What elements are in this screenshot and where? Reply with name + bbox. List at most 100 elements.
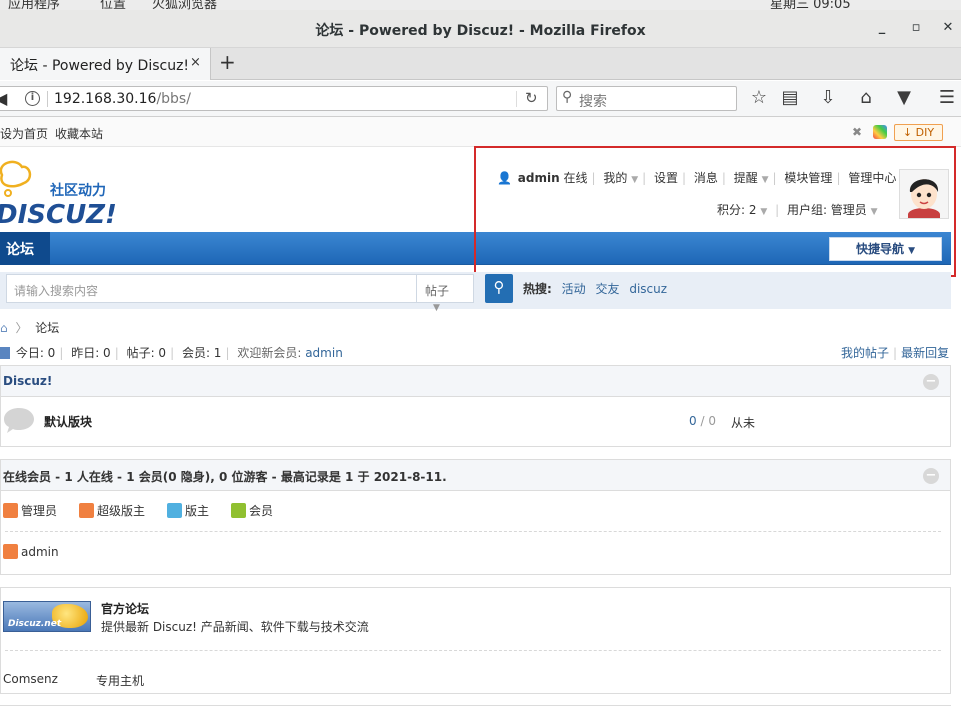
legend-super-mod: 超级版主 xyxy=(79,502,145,519)
forum-name[interactable]: 默认版块 xyxy=(44,413,92,430)
stats-members: 会员: 1 xyxy=(181,346,222,360)
site-info-icon[interactable]: i xyxy=(25,91,40,106)
my-posts-link[interactable]: 我的帖子 xyxy=(841,346,889,360)
new-tab-button[interactable]: + xyxy=(219,50,236,74)
reading-list-icon[interactable]: ▤ xyxy=(779,87,801,108)
tab-close-icon[interactable]: × xyxy=(190,55,201,70)
page-content: 设为首页 收藏本站 ✖ ↓ DIY 社区动力 DISCUZ! 👤 admin 在… xyxy=(0,117,961,712)
minimize-button[interactable]: _ xyxy=(873,20,891,35)
breadcrumb: ⌂ 〉 论坛 xyxy=(0,321,60,335)
text-link-comsenz[interactable]: Comsenz xyxy=(3,672,58,686)
desktop-clock: 星期三 09:05 xyxy=(770,0,851,10)
hot-search-link[interactable]: 交友 xyxy=(595,282,619,296)
breadcrumb-current[interactable]: 论坛 xyxy=(35,321,59,335)
back-arrow-icon[interactable]: ◀ xyxy=(0,89,7,108)
url-separator-right xyxy=(516,91,517,107)
admin-role-icon xyxy=(3,503,18,518)
forum-last-post: 从未 xyxy=(731,416,756,430)
forum-search-input[interactable]: 请输入搜索内容 xyxy=(6,274,417,303)
maximize-button[interactable]: ▫ xyxy=(907,20,925,35)
official-forum-desc: 提供最新 Discuz! 产品新闻、软件下载与技术交流 xyxy=(101,620,369,634)
diy-button[interactable]: ↓ DIY xyxy=(894,124,943,141)
admin-role-icon xyxy=(3,544,18,559)
url-bar[interactable]: ◀ i 192.168.30.16/bbs/ ↻ xyxy=(0,86,548,111)
desktop-places-menu[interactable]: 位置 xyxy=(100,0,126,10)
category-header: Discuz! − xyxy=(1,366,950,397)
divider xyxy=(5,531,941,532)
browser-search-placeholder: 搜索 xyxy=(579,94,607,110)
official-forum-link[interactable]: 官方论坛 xyxy=(101,600,149,617)
online-header: 在线会员 - 1 人在线 - 1 会员(0 隐身), 0 位游客 - 最高记录是… xyxy=(1,460,950,491)
friend-links-box: Discuz.net 官方论坛 提供最新 Discuz! 产品新闻、软件下载与技… xyxy=(0,587,951,694)
top-links-bar: 设为首页 收藏本站 ✖ ↓ DIY xyxy=(0,117,961,147)
online-box: 在线会员 - 1 人在线 - 1 会员(0 隐身), 0 位游客 - 最高记录是… xyxy=(0,459,951,575)
collapse-icon[interactable]: − xyxy=(923,468,939,484)
home-icon[interactable]: ⌂ xyxy=(855,87,877,108)
url-separator xyxy=(47,91,48,107)
stats-today: 今日: 0 xyxy=(15,346,56,360)
desktop-firefox-label[interactable]: 火狐浏览器 xyxy=(152,0,217,10)
forum-counts: 0 / 0 xyxy=(689,414,716,428)
hot-search-label: 热搜: xyxy=(523,282,552,296)
text-link-hosting[interactable]: 专用主机 xyxy=(96,672,144,689)
online-title[interactable]: 在线会员 - 1 人在线 - 1 会员(0 隐身), 0 位游客 - 最高记录是… xyxy=(3,468,447,485)
super-mod-role-icon xyxy=(79,503,94,518)
mod-role-icon xyxy=(167,503,182,518)
search-type-select[interactable]: 帖子 ▼ xyxy=(416,274,474,313)
search-icon: ⚲ xyxy=(493,278,505,296)
category-title[interactable]: Discuz! xyxy=(3,374,52,388)
search-icon: ⚲ xyxy=(562,89,573,105)
desktop-applications-menu[interactable]: 应用程序 xyxy=(8,0,60,10)
tab-strip: 论坛 - Powered by Discuz! × + xyxy=(0,48,961,80)
search-button[interactable]: ⚲ xyxy=(485,274,513,303)
forum-search-bar: 请输入搜索内容 帖子 ▼ ⚲ 热搜: 活动 交友 discuz xyxy=(0,272,951,313)
hot-search-link[interactable]: discuz xyxy=(629,282,667,296)
navigation-toolbar: ◀ i 192.168.30.16/bbs/ ↻ ⚲ 搜索 ☆ ▤ ⇩ ⌂ ▼ … xyxy=(0,81,961,117)
browser-search-box[interactable]: ⚲ 搜索 xyxy=(556,86,737,111)
forum-bubble-icon xyxy=(3,406,35,434)
hot-search: 热搜: 活动 交友 discuz xyxy=(523,280,667,297)
pocket-icon[interactable]: ▼ xyxy=(893,87,915,108)
legend-mod: 版主 xyxy=(167,502,209,519)
forum-search-placeholder: 请输入搜索内容 xyxy=(14,284,99,298)
window-title-bar: 论坛 - Powered by Discuz! - Mozilla Firefo… xyxy=(0,10,961,48)
close-window-button[interactable]: ✕ xyxy=(939,20,957,35)
new-replies-link[interactable]: 最新回复 xyxy=(901,346,949,360)
collapse-icon[interactable]: − xyxy=(923,374,939,390)
footer-divider xyxy=(0,705,951,706)
bookmark-site-link[interactable]: 收藏本站 xyxy=(55,125,103,142)
highlight-box xyxy=(474,146,956,277)
window-title: 论坛 - Powered by Discuz! - Mozilla Firefo… xyxy=(315,23,646,39)
download-icon[interactable]: ⇩ xyxy=(817,87,839,108)
nav-item-forum[interactable]: 论坛 xyxy=(0,232,50,265)
newest-member-link[interactable]: admin xyxy=(305,346,343,360)
desktop-top-bar: 应用程序 位置 火狐浏览器 星期三 09:05 xyxy=(0,0,961,10)
stats-welcome: 欢迎新会员: xyxy=(237,346,302,360)
menu-hamburger-icon[interactable]: ☰ xyxy=(936,87,958,108)
legend-admin: 管理员 xyxy=(3,502,57,519)
hot-search-link[interactable]: 活动 xyxy=(562,282,586,296)
stats-icon xyxy=(0,347,10,359)
discuz-logo[interactable]: 社区动力 DISCUZ! xyxy=(0,157,134,230)
stats-yesterday: 昨日: 0 xyxy=(71,346,111,360)
divider xyxy=(5,650,941,651)
post-links: 我的帖子 | 最新回复 xyxy=(841,346,950,360)
tab-title: 论坛 - Powered by Discuz! xyxy=(10,58,190,74)
home-icon[interactable]: ⌂ xyxy=(0,321,8,335)
discuz-banner-image[interactable]: Discuz.net xyxy=(3,601,91,632)
online-user[interactable]: admin xyxy=(3,544,59,559)
stats-posts: 帖子: 0 xyxy=(126,346,167,360)
browser-tab[interactable]: 论坛 - Powered by Discuz! × xyxy=(0,48,211,80)
forum-stats: 今日: 0 | 昨日: 0 | 帖子: 0 | 会员: 1 | 欢迎新会员: admin xyxy=(0,344,343,361)
logo-wordmark: DISCUZ! xyxy=(0,200,117,227)
reload-icon[interactable]: ↻ xyxy=(525,89,538,107)
logo-tagline: 社区动力 xyxy=(49,182,106,199)
set-home-link[interactable]: 设为首页 xyxy=(0,125,48,142)
color-scheme-icon[interactable] xyxy=(873,125,887,139)
fullscreen-icon[interactable]: ✖ xyxy=(850,125,864,139)
forum-row: 默认版块 0 / 0 从未 xyxy=(1,397,950,445)
bookmark-star-icon[interactable]: ☆ xyxy=(748,87,770,108)
legend-member: 会员 xyxy=(231,502,273,519)
url-text[interactable]: 192.168.30.16/bbs/ xyxy=(54,91,191,107)
category-box: Discuz! − 默认版块 0 / 0 从未 xyxy=(0,365,951,447)
